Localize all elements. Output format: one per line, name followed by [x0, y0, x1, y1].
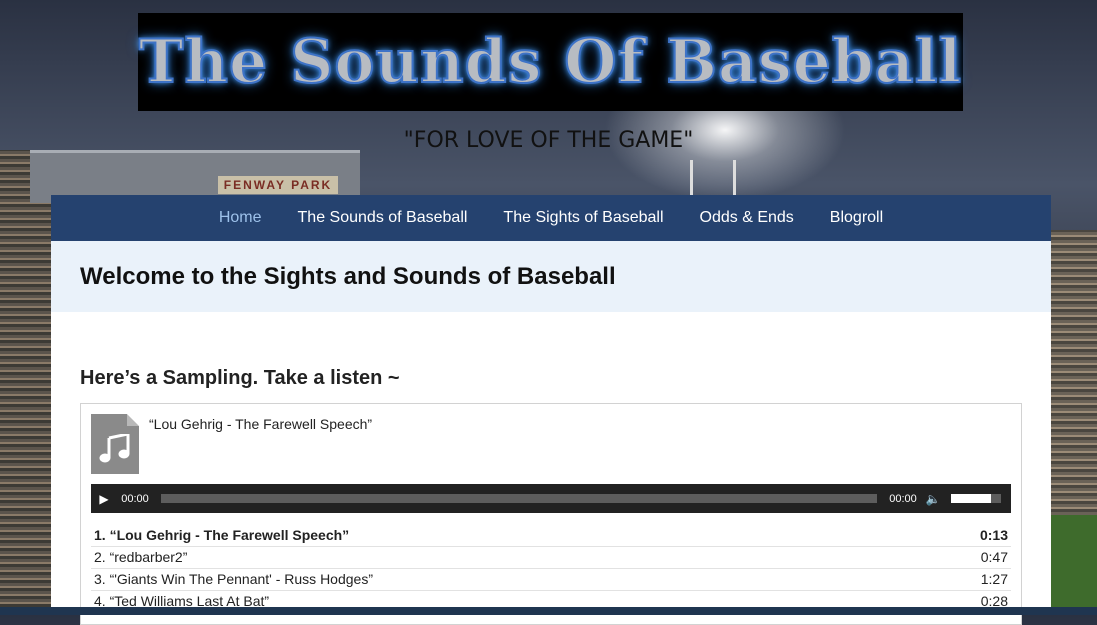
light-tower	[690, 160, 736, 195]
main-nav: Home The Sounds of Baseball The Sights o…	[51, 195, 1051, 241]
nav-item-blogroll[interactable]: Blogroll	[812, 195, 901, 241]
nav-item-sights[interactable]: The Sights of Baseball	[485, 195, 681, 241]
site-logo-text: The Sounds Of Baseball	[138, 26, 963, 98]
taskbar-edge	[0, 607, 1097, 615]
track-label: 3. “'Giants Win The Pennant' - Russ Hodg…	[94, 571, 373, 587]
page-title: Welcome to the Sights and Sounds of Base…	[80, 262, 616, 290]
track-item[interactable]: 1. “Lou Gehrig - The Farewell Speech” 0:…	[91, 525, 1011, 547]
audio-playlist: “Lou Gehrig - The Farewell Speech” ▶ 00:…	[80, 403, 1022, 625]
track-duration: 0:13	[979, 527, 1008, 543]
fenway-park-sign: FENWAY PARK	[218, 176, 338, 194]
track-duration: 0:47	[980, 549, 1008, 565]
track-item[interactable]: 2. “redbarber2” 0:47	[91, 547, 1011, 569]
background-stands-right	[1051, 230, 1097, 520]
track-label: 1. “Lou Gehrig - The Farewell Speech”	[94, 527, 350, 543]
volume-slider[interactable]	[951, 494, 1001, 503]
site-tagline: "FOR LOVE OF THE GAME"	[403, 128, 694, 153]
section-heading: Here’s a Sampling. Take a listen ~	[80, 367, 400, 389]
file-fold	[127, 414, 139, 426]
audio-player: ▶ 00:00 00:00 🔈	[91, 484, 1011, 513]
volume-icon[interactable]: 🔈	[921, 492, 945, 506]
background-grass	[1051, 515, 1097, 615]
track-item[interactable]: 3. “'Giants Win The Pennant' - Russ Hodg…	[91, 569, 1011, 591]
site-logo[interactable]: The Sounds Of Baseball	[138, 13, 963, 111]
track-label: 2. “redbarber2”	[94, 549, 188, 565]
progress-rail[interactable]	[161, 494, 877, 503]
nav-item-home[interactable]: Home	[201, 195, 280, 241]
nav-item-sounds[interactable]: The Sounds of Baseball	[280, 195, 486, 241]
duration-time: 00:00	[889, 492, 917, 505]
volume-fill	[951, 494, 991, 503]
page-title-band: Welcome to the Sights and Sounds of Base…	[51, 241, 1051, 312]
track-thumbnail	[91, 414, 139, 474]
track-duration: 1:27	[980, 571, 1008, 587]
now-playing-title: “Lou Gehrig - The Farewell Speech”	[149, 416, 373, 432]
content-card: Home The Sounds of Baseball The Sights o…	[51, 195, 1051, 625]
music-note-icon	[99, 434, 130, 463]
current-time: 00:00	[121, 492, 149, 505]
nav-item-odds-ends[interactable]: Odds & Ends	[682, 195, 812, 241]
play-icon[interactable]: ▶	[91, 492, 117, 506]
track-list: 1. “Lou Gehrig - The Farewell Speech” 0:…	[91, 525, 1011, 613]
